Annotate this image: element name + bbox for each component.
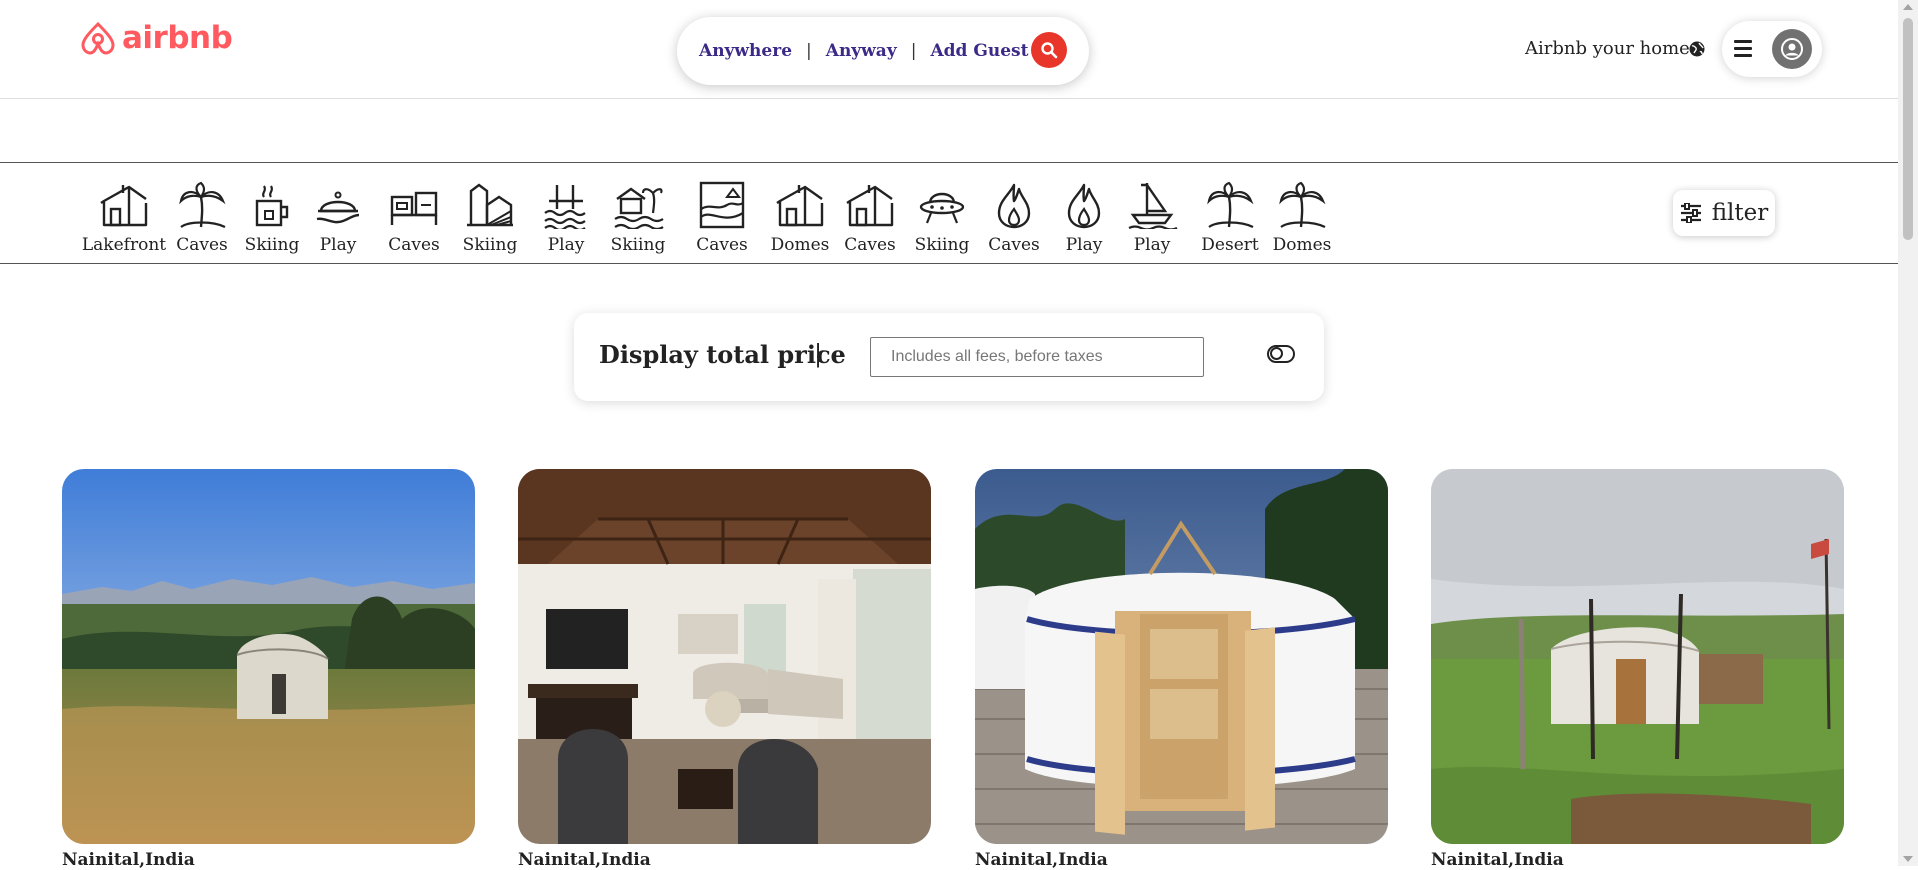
scroll-up-arrow[interactable] (1903, 4, 1913, 10)
search-separator: | (910, 41, 917, 61)
hamburger-icon (1734, 40, 1752, 61)
flame-icon (997, 183, 1031, 229)
cloche-icon (316, 191, 360, 224)
brand-name: airbnb (122, 20, 233, 56)
listing-card[interactable]: Nainital,India (518, 469, 931, 870)
search-icon (1041, 42, 1058, 59)
host-link[interactable]: Airbnb your home (1525, 38, 1690, 59)
toggle-icon[interactable] (1267, 345, 1295, 363)
search-bar[interactable]: Anywhere | Anyway | Add Guest (677, 17, 1089, 85)
category-label: Domes (770, 235, 830, 255)
pier-icon (544, 185, 586, 229)
display-total-price-title: Display total price (599, 340, 846, 369)
search-anywhere[interactable]: Anywhere (699, 41, 792, 61)
sliders-icon (1680, 203, 1701, 223)
yurt-meadow-photo[interactable] (62, 469, 475, 844)
airbnb-logo-icon (81, 21, 115, 55)
house-icon (776, 185, 824, 227)
category-label: Caves (176, 235, 228, 255)
beachfront-icon (699, 181, 745, 229)
category-label: Caves (696, 235, 748, 255)
scroll-thumb[interactable] (1903, 18, 1913, 240)
category-label: Caves (988, 235, 1040, 255)
category-label: Skiing (914, 235, 970, 255)
search-button[interactable] (1031, 32, 1067, 68)
price-separator: | (814, 340, 823, 368)
category-label: Desert (1201, 235, 1259, 255)
category-label: Skiing (610, 235, 666, 255)
listing-card[interactable]: Nainital,India (62, 469, 475, 870)
category-label: Play (1065, 235, 1103, 255)
listing-location: Nainital,India (975, 850, 1108, 870)
palm-tree-icon (1207, 181, 1254, 229)
search-anyway[interactable]: Anyway (826, 41, 897, 61)
category-label: Skiing (462, 235, 518, 255)
sailboat-icon (1128, 183, 1178, 229)
palm-tree-icon (1279, 181, 1326, 229)
yurt-field-photo[interactable] (1431, 469, 1844, 844)
palm-tree-icon (179, 181, 226, 229)
airbnb-logo[interactable]: airbnb (80, 18, 233, 58)
living-room-photo[interactable] (518, 469, 931, 844)
user-avatar-icon (1772, 29, 1812, 69)
category-label: Caves (388, 235, 440, 255)
listing-card[interactable]: Nainital,India (975, 469, 1388, 870)
page-scrollbar[interactable] (1898, 0, 1918, 866)
filter-label: filter (1711, 200, 1769, 226)
category-label: Domes (1272, 235, 1332, 255)
yurt-deck-photo[interactable] (975, 469, 1388, 844)
scroll-down-arrow[interactable] (1903, 856, 1913, 862)
house-icon (100, 185, 148, 227)
beach-hut-icon (614, 187, 664, 229)
category-label: Caves (844, 235, 896, 255)
price-fees-input[interactable] (870, 337, 1204, 377)
category-label: Play (319, 235, 357, 255)
category-label: Play (1133, 235, 1171, 255)
flame-icon (1067, 183, 1101, 229)
category-bar: Lakefront Caves Skiing Play Caves Skiing Play S… (0, 162, 1898, 264)
ufo-icon (919, 192, 965, 224)
listing-card[interactable]: Nainital,India (1431, 469, 1844, 870)
category-item[interactable]: Domes (1254, 181, 1350, 255)
search-separator: | (806, 41, 812, 61)
listing-location: Nainital,India (1431, 850, 1564, 870)
display-total-price-card: Display total price | (574, 313, 1324, 401)
category-label: Play (547, 235, 585, 255)
user-menu-button[interactable] (1722, 21, 1822, 77)
globe-icon[interactable] (1688, 40, 1706, 58)
category-scroller[interactable]: Lakefront Caves Skiing Play Caves Skiing Play S… (76, 163, 1552, 263)
category-item[interactable]: Skiing (590, 181, 686, 255)
house-icon (846, 185, 894, 227)
top-header: airbnb Anywhere | Anyway | Add Guest Air… (0, 0, 1898, 99)
filter-button[interactable]: filter (1673, 190, 1775, 236)
farm-icon (467, 183, 513, 227)
search-add-guest[interactable]: Add Guest (930, 41, 1028, 61)
listing-location: Nainital,India (518, 850, 651, 870)
listing-location: Nainital,India (62, 850, 195, 870)
bed-icon (390, 191, 438, 225)
